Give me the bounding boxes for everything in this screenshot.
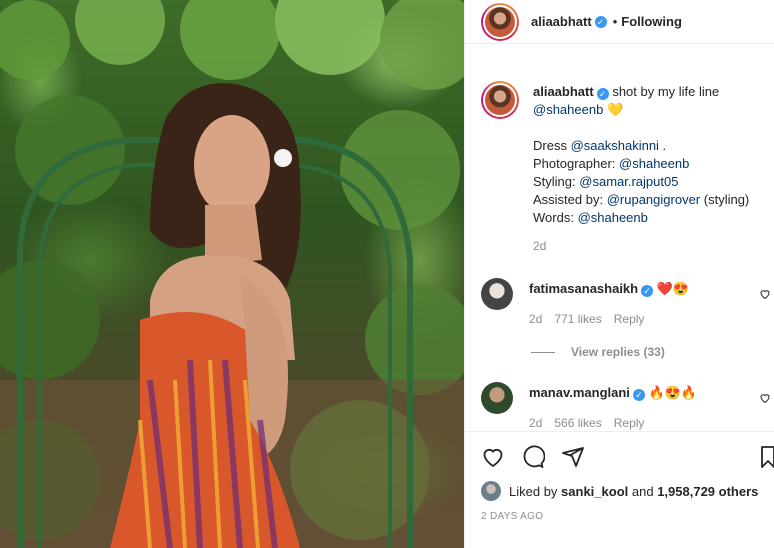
view-replies-link[interactable]: View replies (33) bbox=[531, 345, 665, 359]
commenter-username[interactable]: manav.manglani bbox=[529, 385, 630, 400]
yellow-heart-emoji: 💛 bbox=[606, 102, 624, 117]
credit-mention[interactable]: @samar.rajput05 bbox=[579, 174, 678, 189]
comment-text: ❤️😍 bbox=[656, 281, 690, 296]
liker-avatar[interactable] bbox=[481, 481, 501, 501]
likes-summary: Liked by sanki_kool and 1,958,729 others bbox=[481, 481, 758, 501]
credit-label: Photographer: bbox=[533, 156, 616, 171]
credit-mention[interactable]: @saakshakinni bbox=[571, 138, 659, 153]
author-username[interactable]: aliaabhatt bbox=[531, 14, 592, 29]
comment-heart-icon[interactable] bbox=[759, 288, 771, 300]
likes-connector: and bbox=[631, 483, 654, 499]
bookmark-icon[interactable] bbox=[761, 445, 774, 469]
view-replies-label: View replies (33) bbox=[571, 345, 665, 359]
credit-label: Words: bbox=[533, 210, 574, 225]
comment-icon[interactable] bbox=[521, 445, 545, 469]
separator-dot: • bbox=[612, 14, 618, 29]
comments-section: aliaabhatt ✓ shot by my life line @shahee… bbox=[465, 60, 774, 430]
post-photo[interactable] bbox=[0, 0, 464, 548]
heart-icon[interactable] bbox=[481, 445, 505, 469]
caption-time[interactable]: 2d bbox=[533, 239, 546, 253]
comment-item: fatimasanashaikh ✓ ❤️😍 2d 771 likes Reply bbox=[481, 278, 759, 328]
post-sidebar: aliaabhatt ✓ • Following aliaabhatt ✓ sho… bbox=[464, 0, 774, 548]
share-icon[interactable] bbox=[561, 445, 585, 469]
post-header: aliaabhatt ✓ • Following bbox=[465, 0, 774, 44]
credit-label: Dress bbox=[533, 138, 567, 153]
comment-heart-icon[interactable] bbox=[759, 392, 771, 404]
follow-button[interactable]: Following bbox=[621, 14, 682, 29]
commenter-avatar[interactable] bbox=[481, 382, 513, 414]
liker-username[interactable]: sanki_kool bbox=[561, 484, 628, 499]
verified-icon: ✓ bbox=[641, 285, 654, 297]
commenter-username[interactable]: fatimasanashaikh bbox=[529, 281, 638, 296]
comment-text: 🔥😍🔥 bbox=[648, 385, 698, 400]
verified-icon: ✓ bbox=[594, 15, 607, 28]
reply-button[interactable]: Reply bbox=[614, 312, 645, 326]
credit-suffix: (styling) bbox=[700, 192, 750, 207]
comment-item: manav.manglani ✓ 🔥😍🔥 2d 566 likes Reply bbox=[481, 382, 759, 430]
credit-mention[interactable]: @shaheenb bbox=[619, 156, 689, 171]
comment-time[interactable]: 2d bbox=[529, 312, 542, 326]
caption-text: shot by my life line bbox=[612, 84, 720, 99]
verified-icon: ✓ bbox=[632, 389, 645, 401]
caption: aliaabhatt ✓ shot by my life line @shahee… bbox=[481, 81, 763, 255]
likes-count[interactable]: 1,958,729 others bbox=[657, 484, 758, 499]
credit-mention[interactable]: @rupangigrover bbox=[607, 192, 700, 207]
credit-label: Assisted by: bbox=[533, 192, 604, 207]
caption-mention[interactable]: @shaheenb bbox=[533, 102, 603, 117]
replies-divider bbox=[531, 351, 555, 353]
credit-suffix: . bbox=[658, 138, 667, 153]
reply-button[interactable]: Reply bbox=[614, 416, 645, 430]
caption-avatar[interactable] bbox=[481, 81, 519, 119]
credit-mention[interactable]: @shaheenb bbox=[578, 210, 648, 225]
post-actions: Liked by sanki_kool and 1,958,729 others… bbox=[465, 431, 774, 548]
comment-likes[interactable]: 566 likes bbox=[554, 416, 601, 430]
comment-likes[interactable]: 771 likes bbox=[554, 312, 601, 326]
credit-label: Styling: bbox=[533, 174, 576, 189]
photo-illustration bbox=[0, 0, 464, 548]
comment-time[interactable]: 2d bbox=[529, 416, 542, 430]
verified-icon: ✓ bbox=[596, 88, 609, 100]
caption-username[interactable]: aliaabhatt bbox=[533, 84, 594, 99]
commenter-avatar[interactable] bbox=[481, 278, 513, 310]
author-avatar[interactable] bbox=[481, 2, 519, 41]
post-timestamp[interactable]: 2 DAYS AGO bbox=[481, 511, 543, 522]
likes-prefix: Liked by bbox=[509, 483, 558, 499]
